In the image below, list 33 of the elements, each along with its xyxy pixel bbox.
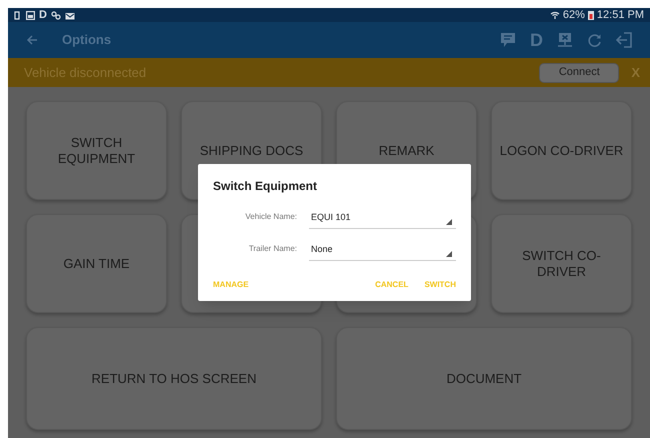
dropdown-triangle-icon (446, 251, 452, 257)
field-label: Trailer Name: (248, 243, 297, 255)
screen-title: Options (62, 31, 112, 50)
connect-button[interactable]: Connect (539, 62, 620, 82)
document-icon (14, 10, 22, 20)
mail-icon (64, 10, 75, 20)
dropdown-field[interactable]: None (309, 239, 456, 261)
menu-tile-button[interactable]: SWITCH EQUIPMENT (26, 101, 167, 200)
status-letter: D (39, 10, 47, 20)
menu-tile-button[interactable]: SWITCH CO-DRIVER (491, 214, 632, 313)
menu-tile-button[interactable]: DOCUMENT (336, 327, 632, 430)
dialog-title: Switch Equipment (213, 178, 318, 195)
refresh-icon[interactable] (587, 32, 602, 48)
wifi-icon (550, 10, 560, 20)
image-icon (26, 10, 35, 20)
battery-icon (588, 10, 594, 20)
dialog-action-button[interactable]: CANCEL (375, 279, 408, 291)
driver-letter-icon[interactable]: D (530, 31, 543, 49)
disconnected-computer-icon[interactable] (557, 32, 573, 48)
dropdown-field[interactable]: EQUI 101 (309, 207, 456, 229)
menu-tile-button[interactable]: LOGON CO-DRIVER (491, 101, 632, 200)
message-icon[interactable] (500, 32, 516, 48)
battery-percent: 62% (562, 10, 585, 20)
clock-time: 12:51 PM (596, 10, 644, 20)
dropdown-triangle-icon (446, 219, 452, 225)
dialog-action-button[interactable]: MANAGE (213, 279, 249, 291)
logout-icon[interactable] (616, 32, 632, 48)
gear-icon (50, 10, 61, 20)
field-label: Vehicle Name: (244, 211, 297, 223)
dialog-action-button[interactable]: SWITCH (424, 279, 456, 291)
menu-tile-button[interactable]: RETURN TO HOS SCREEN (26, 327, 322, 430)
back-arrow-icon[interactable] (26, 34, 38, 46)
menu-tile-button[interactable]: GAIN TIME (26, 214, 167, 313)
